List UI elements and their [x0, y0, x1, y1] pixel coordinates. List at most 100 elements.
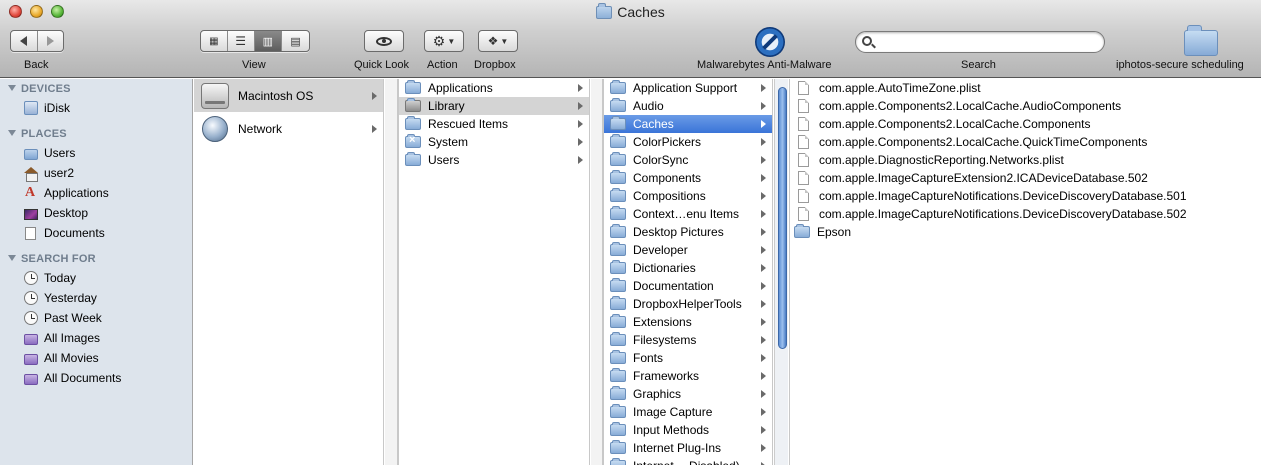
- list-item[interactable]: DropboxHelperTools: [604, 295, 772, 313]
- list-item[interactable]: Documentation: [604, 277, 772, 295]
- chevron-right-icon: [372, 91, 377, 100]
- dropbox-control: ❖ ▼: [478, 30, 518, 52]
- search-input[interactable]: [878, 34, 1098, 50]
- chevron-right-icon: [761, 174, 766, 182]
- chevron-right-icon: [761, 390, 766, 398]
- list-item[interactable]: Compositions: [604, 187, 772, 205]
- sidebar-item-all-documents[interactable]: All Documents: [24, 369, 121, 387]
- list-item[interactable]: ColorPickers: [604, 133, 772, 151]
- folder-icon: [610, 350, 626, 364]
- quicklook-button[interactable]: [364, 30, 404, 52]
- folder-icon[interactable]: [1184, 25, 1218, 56]
- action-button[interactable]: ⚙ ▼: [424, 30, 464, 52]
- window-title: Caches: [617, 4, 665, 20]
- column-view-button[interactable]: ▥: [254, 31, 283, 51]
- list-item[interactable]: Audio: [604, 97, 772, 115]
- list-item-label: Internet …Disabled): [633, 459, 761, 465]
- places-header[interactable]: PLACES: [8, 128, 67, 140]
- sidebar-item-all-images[interactable]: All Images: [24, 329, 100, 347]
- sidebar-item-applications[interactable]: Applications: [24, 184, 109, 202]
- file-list-item[interactable]: com.apple.ImageCaptureNotifications.Devi…: [790, 187, 1261, 205]
- list-item[interactable]: Input Methods: [604, 421, 772, 439]
- list-item-label: Frameworks: [633, 369, 700, 383]
- list-item-applications[interactable]: Applications: [399, 79, 589, 97]
- chevron-right-icon: [578, 84, 583, 92]
- search-field[interactable]: [855, 31, 1105, 53]
- scrollbar-thumb[interactable]: [778, 87, 787, 349]
- home-icon: [24, 166, 38, 182]
- list-item[interactable]: Graphics: [604, 385, 772, 403]
- file-list-item[interactable]: com.apple.Components2.LocalCache.AudioCo…: [790, 97, 1261, 115]
- list-item[interactable]: Internet …Disabled): [604, 457, 772, 465]
- gear-icon: ⚙: [432, 32, 446, 49]
- file-list-item[interactable]: com.apple.ImageCaptureExtension2.ICADevi…: [790, 169, 1261, 187]
- file-list-item[interactable]: com.apple.DiagnosticReporting.Networks.p…: [790, 151, 1261, 169]
- dropbox-label: Dropbox: [474, 59, 516, 71]
- search-for-header[interactable]: SEARCH FOR: [8, 253, 96, 265]
- malwarebytes-icon[interactable]: [755, 27, 785, 57]
- list-item[interactable]: Fonts: [604, 349, 772, 367]
- list-item[interactable]: Internet Plug-Ins: [604, 439, 772, 457]
- sidebar-item-user2[interactable]: user2: [24, 164, 74, 182]
- list-item[interactable]: Dictionaries: [604, 259, 772, 277]
- folder-list-item[interactable]: Epson: [790, 223, 1261, 241]
- list-item-label: Components: [633, 171, 702, 185]
- column-resize-handle[interactable]: [591, 79, 603, 465]
- chevron-right-icon: [761, 282, 766, 290]
- smart-folder-icon: [24, 373, 38, 385]
- scrollbar[interactable]: [774, 79, 788, 465]
- list-item-label: Compositions: [633, 189, 706, 203]
- sidebar-item-yesterday[interactable]: Yesterday: [24, 289, 97, 307]
- list-item-system[interactable]: System: [399, 133, 589, 151]
- sidebar-item-desktop[interactable]: Desktop: [24, 204, 88, 222]
- list-item-library[interactable]: Library: [399, 97, 589, 115]
- sidebar-item-idisk[interactable]: iDisk: [24, 99, 70, 117]
- list-item[interactable]: Frameworks: [604, 367, 772, 385]
- file-list-item[interactable]: com.apple.AutoTimeZone.plist: [790, 79, 1261, 97]
- sidebar-item-documents[interactable]: Documents: [24, 224, 105, 242]
- list-item[interactable]: Extensions: [604, 313, 772, 331]
- list-item-label: Extensions: [633, 315, 692, 329]
- folder-icon: [610, 386, 626, 400]
- forward-button[interactable]: [38, 31, 64, 51]
- list-item-label: Internet Plug-Ins: [633, 441, 722, 455]
- list-item[interactable]: Application Support: [604, 79, 772, 97]
- folder-icon: [610, 260, 626, 274]
- folder-icon: [405, 116, 421, 130]
- list-item-rescued-items[interactable]: Rescued Items: [399, 115, 589, 133]
- document-icon: [798, 171, 809, 185]
- list-item[interactable]: ColorSync: [604, 151, 772, 169]
- chevron-right-icon: [761, 444, 766, 452]
- list-item[interactable]: Desktop Pictures: [604, 223, 772, 241]
- chevron-right-icon: [761, 102, 766, 110]
- list-item[interactable]: Caches: [604, 115, 772, 133]
- list-item[interactable]: Context…enu Items: [604, 205, 772, 223]
- list-item[interactable]: Filesystems: [604, 331, 772, 349]
- sidebar-item-all-movies[interactable]: All Movies: [24, 349, 99, 367]
- list-item[interactable]: Components: [604, 169, 772, 187]
- list-view-button[interactable]: ☰: [228, 31, 255, 51]
- list-item[interactable]: Developer: [604, 241, 772, 259]
- file-list-item[interactable]: com.apple.Components2.LocalCache.Compone…: [790, 115, 1261, 133]
- list-item-macintosh-os[interactable]: Macintosh OS: [194, 79, 383, 112]
- back-button[interactable]: [11, 31, 38, 51]
- file-list-item[interactable]: com.apple.Components2.LocalCache.QuickTi…: [790, 133, 1261, 151]
- disclosure-triangle-icon: [8, 130, 16, 136]
- column-resize-handle[interactable]: [385, 79, 398, 465]
- sidebar-item-past-week[interactable]: Past Week: [24, 309, 102, 327]
- list-item-users[interactable]: Users: [399, 151, 589, 169]
- sidebar-item-today[interactable]: Today: [24, 269, 76, 287]
- column-volumes: Macintosh OS Network: [194, 79, 384, 465]
- icon-view-button[interactable]: ▦: [201, 31, 228, 51]
- devices-header[interactable]: DEVICES: [8, 83, 71, 95]
- sidebar-item-users[interactable]: Users: [24, 144, 75, 162]
- file-list-item[interactable]: com.apple.ImageCaptureNotifications.Devi…: [790, 205, 1261, 223]
- list-item[interactable]: Image Capture: [604, 403, 772, 421]
- smart-folder-icon: [24, 333, 38, 345]
- dropbox-button[interactable]: ❖ ▼: [478, 30, 518, 52]
- list-item-label: com.apple.AutoTimeZone.plist: [819, 81, 981, 95]
- list-item-network[interactable]: Network: [194, 114, 383, 144]
- coverflow-view-button[interactable]: ▤: [282, 31, 309, 51]
- list-item-label: Graphics: [633, 387, 682, 401]
- chevron-right-icon: [761, 354, 766, 362]
